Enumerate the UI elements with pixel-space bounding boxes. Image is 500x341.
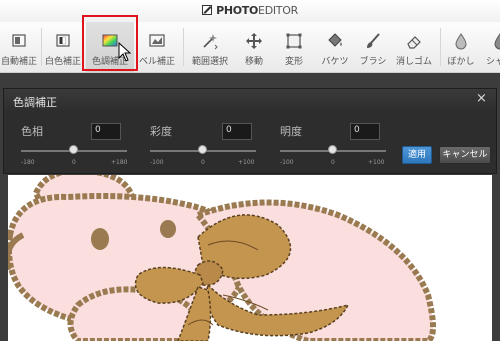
tool-label: シャ xyxy=(486,57,500,67)
brightness-min-label: -100 xyxy=(280,159,294,166)
sharpen-icon xyxy=(494,33,500,50)
photo-editor-app: PHOTOEDITOR 自動補正 白色補正 色調補正 ベル補正 範囲選択 移動 … xyxy=(0,0,500,341)
tool-range-select[interactable]: 範囲選択 xyxy=(188,22,232,72)
tool-label: 白色補正 xyxy=(44,57,81,67)
hue-label: 色相 xyxy=(21,125,43,138)
tool-transform[interactable]: 変形 xyxy=(276,22,312,72)
brightness-mid-label: 0 xyxy=(331,159,335,166)
saturation-min-label: -100 xyxy=(150,159,164,166)
hue-slider-knob[interactable] xyxy=(69,145,78,154)
color-adjust-dialog: 色調補正 × 色相 0 -180 0 +180 彩度 0 -100 0 +100… xyxy=(3,88,497,174)
saturation-max-label: +100 xyxy=(238,159,255,166)
white-balance-icon xyxy=(56,34,70,47)
brightness-input[interactable]: 0 xyxy=(350,123,380,140)
brand-bold: PHOTO xyxy=(216,4,259,17)
bucket-icon xyxy=(328,33,342,47)
tool-auto-adjust[interactable]: 自動補正 xyxy=(0,22,38,72)
photo-editor-logo-icon xyxy=(202,5,213,15)
app-brand: PHOTOEDITOR xyxy=(0,4,500,17)
tool-blur[interactable]: ぼかし xyxy=(442,22,480,72)
tool-sharpen[interactable]: シャ xyxy=(482,22,500,72)
brightness-label: 明度 xyxy=(280,125,302,138)
toolbar-separator xyxy=(183,28,184,66)
hue-slider-group: 色相 0 -180 0 +180 xyxy=(21,123,127,173)
dialog-header: 色調補正 × xyxy=(4,89,496,111)
toolbar-separator xyxy=(440,28,441,66)
move-icon xyxy=(246,33,262,49)
saturation-mid-label: 0 xyxy=(201,159,205,166)
hue-min-label: -180 xyxy=(21,159,35,166)
hue-max-label: +180 xyxy=(111,159,128,166)
tool-level-adjust[interactable]: ベル補正 xyxy=(136,22,178,72)
brightness-slider-knob[interactable] xyxy=(328,145,337,154)
brightness-max-label: +100 xyxy=(368,159,385,166)
title-bar: PHOTOEDITOR xyxy=(0,0,500,22)
transform-icon xyxy=(286,33,302,49)
eraser-icon xyxy=(407,36,421,49)
tool-bucket[interactable]: バケツ xyxy=(316,22,354,72)
tool-label: 変形 xyxy=(284,57,303,67)
image-canvas[interactable] xyxy=(8,175,492,341)
level-adjust-icon xyxy=(149,34,165,47)
saturation-slider-group: 彩度 0 -100 0 +100 xyxy=(150,123,256,173)
tool-label: 消しゴム xyxy=(395,57,432,67)
saturation-label: 彩度 xyxy=(150,125,172,138)
tool-label: 移動 xyxy=(244,57,263,67)
apply-button[interactable]: 適用 xyxy=(402,146,432,164)
saturation-input[interactable]: 0 xyxy=(222,123,252,140)
tool-label: ベル補正 xyxy=(138,57,175,67)
tool-white-balance[interactable]: 白色補正 xyxy=(42,22,84,72)
saturation-slider-knob[interactable] xyxy=(198,145,207,154)
brand-light: EDITOR xyxy=(258,4,298,17)
cancel-button[interactable]: キャンセル xyxy=(439,146,491,164)
hue-mid-label: 0 xyxy=(72,159,76,166)
close-icon[interactable]: × xyxy=(476,92,488,106)
dialog-title: 色調補正 xyxy=(13,96,57,109)
tool-label: ブラシ xyxy=(359,57,387,67)
hue-input[interactable]: 0 xyxy=(91,123,121,140)
tool-brush[interactable]: ブラシ xyxy=(356,22,390,72)
tool-label: バケツ xyxy=(321,57,349,67)
brightness-slider-group: 明度 0 -100 0 +100 xyxy=(280,123,386,173)
tool-eraser[interactable]: 消しゴム xyxy=(392,22,436,72)
magic-wand-icon xyxy=(203,34,218,50)
tool-label: 範囲選択 xyxy=(191,57,228,67)
tool-label: 自動補正 xyxy=(0,57,37,67)
tool-label: ぼかし xyxy=(447,57,475,67)
tool-move[interactable]: 移動 xyxy=(236,22,272,72)
teddy-bear-image xyxy=(8,175,436,341)
blur-icon xyxy=(455,33,467,50)
toolbar: 自動補正 白色補正 色調補正 ベル補正 範囲選択 移動 変形 バケツ ブラシ 消… xyxy=(0,22,500,73)
auto-adjust-icon xyxy=(12,34,26,47)
mouse-cursor-icon xyxy=(118,42,132,62)
brush-icon xyxy=(367,33,380,48)
